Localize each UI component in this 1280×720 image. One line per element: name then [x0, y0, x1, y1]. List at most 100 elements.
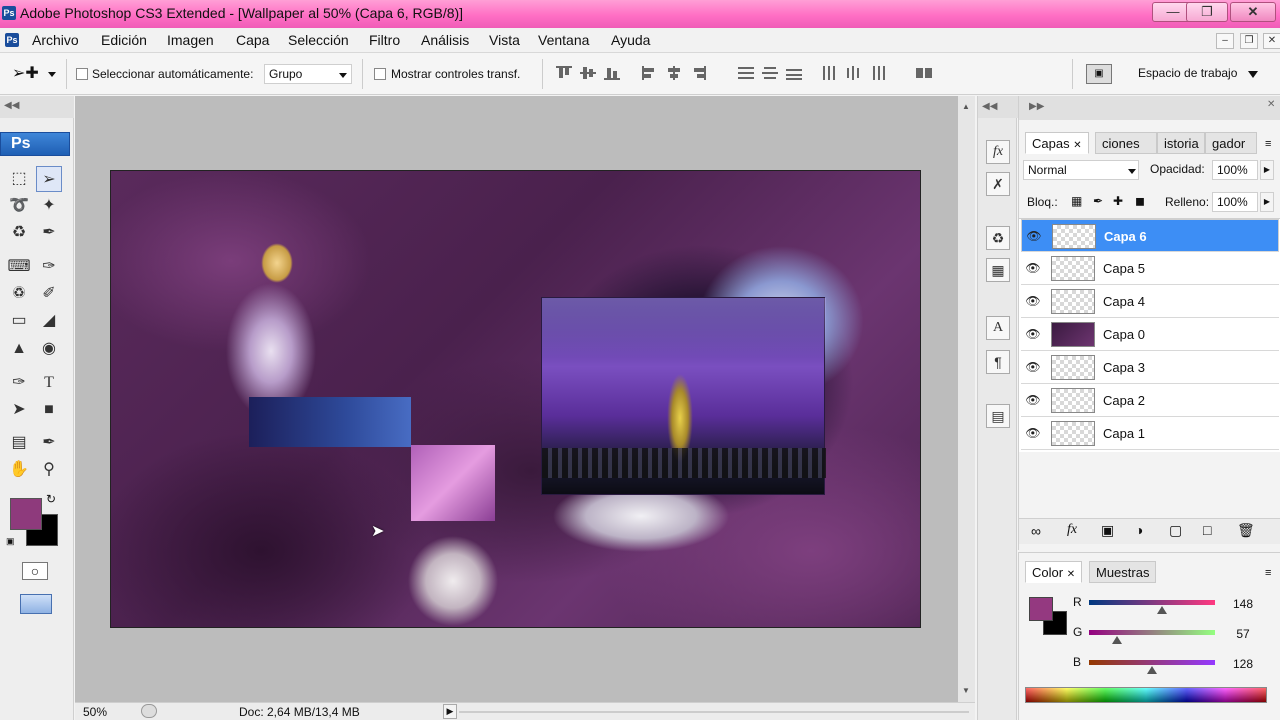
layer-row-capa-6[interactable]: 👁 Capa 6: [1021, 219, 1279, 252]
blur-tool-icon[interactable]: ▲: [6, 336, 32, 362]
distribute-bottom-icon[interactable]: [786, 66, 802, 80]
lock-pixels-icon[interactable]: ✒: [1093, 194, 1103, 208]
eye-icon[interactable]: 👁: [1025, 392, 1041, 408]
align-bottom-icon[interactable]: [604, 66, 620, 80]
canvas-vertical-scrollbar[interactable]: ▲ ▼: [958, 96, 975, 702]
close-icon[interactable]: ✕: [1067, 569, 1075, 580]
auto-align-icon[interactable]: [916, 66, 932, 80]
doc-restore-button[interactable]: ❐: [1240, 33, 1258, 49]
red-slider-handle-icon[interactable]: [1157, 606, 1167, 614]
rectangle-tool-icon[interactable]: ■: [36, 397, 62, 423]
brushes-panel-icon[interactable]: ▦: [986, 258, 1010, 282]
eye-icon[interactable]: 👁: [1025, 326, 1041, 342]
bridge-icon[interactable]: ▣: [1086, 64, 1112, 84]
type-tool-icon[interactable]: T: [36, 370, 62, 396]
lock-all-icon[interactable]: ◼: [1135, 194, 1145, 208]
eyedropper-tool-icon[interactable]: ✒: [36, 220, 62, 246]
menu-archivo[interactable]: Archivo: [32, 32, 79, 48]
clone-stamp-tool-icon[interactable]: ♽: [6, 281, 32, 307]
app-icon[interactable]: Ps: [2, 6, 16, 20]
red-slider[interactable]: [1089, 600, 1215, 605]
adjustment-layer-icon[interactable]: ◑: [1135, 522, 1143, 538]
eye-icon[interactable]: 👁: [1025, 293, 1041, 309]
tab-capas[interactable]: Capas ✕: [1025, 132, 1089, 154]
eye-icon[interactable]: 👁: [1025, 260, 1041, 276]
chevron-down-icon[interactable]: [1248, 71, 1258, 78]
path-selection-tool-icon[interactable]: ➤: [6, 397, 32, 423]
blue-slider[interactable]: [1089, 660, 1215, 665]
status-icon[interactable]: [141, 704, 157, 718]
distribute-left-icon[interactable]: [822, 66, 838, 80]
align-left-icon[interactable]: [642, 66, 658, 80]
panel-menu-icon[interactable]: ≡: [1265, 138, 1271, 150]
opacity-slider-arrow-icon[interactable]: ▶: [1260, 160, 1274, 180]
workspace-label[interactable]: Espacio de trabajo: [1138, 66, 1237, 80]
layer-row-capa-0[interactable]: 👁 Capa 0: [1021, 318, 1279, 351]
scroll-down-icon[interactable]: ▼: [962, 686, 970, 695]
menu-imagen[interactable]: Imagen: [167, 32, 214, 48]
menu-filtro[interactable]: Filtro: [369, 32, 400, 48]
layer-row-capa-5[interactable]: 👁 Capa 5: [1021, 252, 1279, 285]
photoshop-logo[interactable]: Ps: [0, 132, 70, 156]
fill-input[interactable]: 100%: [1212, 192, 1258, 212]
zoom-tool-icon[interactable]: ⚲: [36, 457, 62, 483]
green-slider[interactable]: [1089, 630, 1215, 635]
close-button[interactable]: ✕: [1230, 2, 1276, 22]
color-panel-fg-swatch[interactable]: [1029, 597, 1053, 621]
lock-position-icon[interactable]: ✚: [1113, 194, 1123, 208]
tab-color[interactable]: Color ✕: [1025, 561, 1083, 583]
tab-navegador[interactable]: gador: [1205, 132, 1257, 154]
doc-minimize-button[interactable]: –: [1216, 33, 1234, 49]
menu-vista[interactable]: Vista: [489, 32, 520, 48]
layer-mask-icon[interactable]: ▣: [1101, 522, 1114, 539]
status-menu-arrow-icon[interactable]: ▶: [443, 704, 457, 719]
document-canvas[interactable]: ➤: [110, 170, 921, 628]
layer-row-capa-1[interactable]: 👁 Capa 1: [1021, 417, 1279, 450]
align-vcenter-icon[interactable]: [580, 66, 596, 80]
brush-tool-icon[interactable]: ✑: [36, 254, 62, 280]
distribute-vcenter-icon[interactable]: [762, 66, 778, 80]
new-group-icon[interactable]: ▢: [1169, 522, 1182, 539]
screen-mode-icon[interactable]: [20, 594, 52, 614]
menu-edicion[interactable]: Edición: [101, 32, 147, 48]
red-value[interactable]: 148: [1219, 595, 1267, 613]
green-slider-handle-icon[interactable]: [1112, 636, 1122, 644]
chevron-down-icon[interactable]: [48, 72, 56, 77]
distribute-top-icon[interactable]: [738, 66, 754, 80]
document-icon[interactable]: Ps: [5, 33, 19, 47]
layer-style-icon[interactable]: fx: [1067, 522, 1077, 538]
default-colors-icon[interactable]: ▣: [6, 536, 16, 546]
color-spectrum-bar[interactable]: [1025, 687, 1267, 703]
lasso-tool-icon[interactable]: ➰: [6, 193, 32, 219]
lock-transparency-icon[interactable]: ▦: [1071, 194, 1082, 208]
tab-historia[interactable]: istoria: [1157, 132, 1205, 154]
align-hcenter-icon[interactable]: [666, 66, 682, 80]
blue-value[interactable]: 128: [1219, 655, 1267, 673]
eye-icon[interactable]: 👁: [1025, 425, 1041, 441]
eraser-tool-icon[interactable]: ▭: [6, 308, 32, 334]
eye-icon[interactable]: 👁: [1025, 359, 1041, 375]
character-panel-icon[interactable]: A: [986, 316, 1010, 340]
menu-capa[interactable]: Capa: [236, 32, 269, 48]
collapse-icon[interactable]: ▶▶: [1029, 101, 1044, 112]
tools-wrench-panel-icon[interactable]: ✗: [986, 172, 1010, 196]
layer-row-capa-2[interactable]: 👁 Capa 2: [1021, 384, 1279, 417]
trash-icon[interactable]: 🗑: [1237, 522, 1255, 539]
align-right-icon[interactable]: [690, 66, 706, 80]
history-brush-tool-icon[interactable]: ✐: [36, 281, 62, 307]
distribute-right-icon[interactable]: [870, 66, 886, 80]
eyedropper-sample-tool-icon[interactable]: ✒: [36, 430, 62, 456]
menu-ventana[interactable]: Ventana: [538, 32, 589, 48]
align-top-icon[interactable]: [556, 66, 572, 80]
blend-mode-dropdown[interactable]: Normal: [1023, 160, 1139, 180]
menu-analisis[interactable]: Análisis: [421, 32, 469, 48]
menu-seleccion[interactable]: Selección: [288, 32, 349, 48]
swap-colors-icon[interactable]: ↻: [46, 492, 56, 506]
show-transform-checkbox[interactable]: [374, 68, 386, 80]
dodge-tool-icon[interactable]: ◉: [36, 336, 62, 362]
pen-tool-icon[interactable]: ✑: [6, 370, 32, 396]
tab-acciones[interactable]: ciones: [1095, 132, 1157, 154]
healing-brush-tool-icon[interactable]: ⌨: [6, 254, 32, 280]
hand-tool-icon[interactable]: ✋: [6, 457, 32, 483]
magic-wand-tool-icon[interactable]: ✦: [36, 193, 62, 219]
